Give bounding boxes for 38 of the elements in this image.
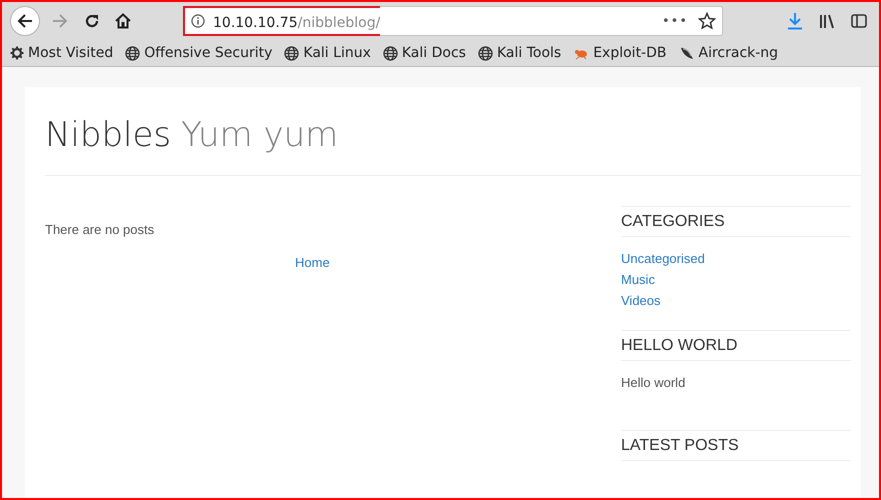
bookmark-link[interactable]: Kali Tools: [478, 45, 562, 61]
back-button[interactable]: [10, 6, 40, 36]
empty-message: There are no posts: [45, 222, 154, 237]
widget-heading: HELLO WORLD: [621, 330, 851, 361]
home-link[interactable]: Home: [295, 255, 330, 270]
forward-arrow-icon: [52, 14, 68, 28]
info-icon[interactable]: [191, 14, 205, 28]
reload-icon: [84, 13, 100, 29]
home-icon: [115, 13, 131, 29]
bookmark-link[interactable]: Kali Docs: [382, 45, 466, 61]
category-link[interactable]: Videos: [621, 293, 661, 308]
bookmark-link[interactable]: Exploit-DB: [573, 45, 666, 61]
widget-heading: CATEGORIES: [621, 206, 851, 237]
library-icon: [819, 13, 835, 29]
satellite-dish-icon: [678, 45, 694, 61]
bookmark-link[interactable]: Aircrack-ng: [678, 45, 778, 61]
widget-heading: LATEST POSTS: [621, 430, 851, 461]
bookmark-link[interactable]: Offensive Security: [125, 45, 272, 61]
blog-slogan: Yum yum: [181, 115, 338, 155]
address-bar[interactable]: •••: [380, 6, 723, 36]
download-icon: [787, 12, 803, 30]
blog-title: Nibbles: [45, 115, 172, 155]
gear-icon: [10, 46, 24, 60]
url-path: /nibbleblog/: [298, 14, 380, 30]
star-icon[interactable]: [698, 12, 716, 30]
globe-icon: [284, 46, 300, 60]
category-link[interactable]: Uncategorised: [621, 251, 705, 266]
globe-icon: [125, 46, 140, 60]
bookmark-link[interactable]: Kali Linux: [284, 45, 371, 61]
globe-icon: [478, 46, 493, 60]
category-link[interactable]: Music: [621, 272, 655, 287]
sidebar-icon: [851, 14, 867, 28]
back-arrow-icon: [17, 14, 33, 28]
page-actions-button[interactable]: •••: [662, 14, 688, 28]
widget-text: Hello world: [621, 375, 686, 392]
bookmark-link[interactable]: Most Visited: [10, 45, 114, 61]
url-host: 10.10.10.75: [213, 14, 298, 30]
globe-icon: [382, 46, 398, 60]
